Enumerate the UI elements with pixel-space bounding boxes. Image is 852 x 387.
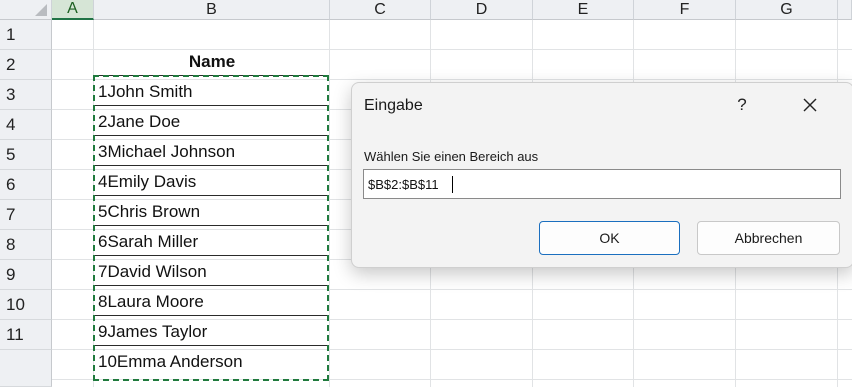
row-header-1[interactable]: 1 — [0, 20, 52, 50]
column-header-e[interactable]: E — [533, 0, 634, 20]
cell-b7[interactable]: 6Sarah Miller — [94, 227, 330, 257]
column-header-h[interactable] — [838, 0, 852, 20]
dialog-title: Eingabe — [364, 97, 423, 114]
column-header-b[interactable]: B — [94, 0, 330, 20]
row-header-12[interactable] — [0, 350, 52, 387]
row-header-2[interactable]: 2 — [0, 50, 52, 80]
column-header-a[interactable]: A — [52, 0, 94, 20]
dialog-prompt: Wählen Sie einen Bereich aus — [364, 149, 539, 164]
text-caret — [452, 176, 453, 193]
close-button[interactable] — [797, 92, 823, 118]
row-header-5[interactable]: 5 — [0, 140, 52, 170]
close-icon — [803, 98, 817, 112]
column-header-c[interactable]: C — [330, 0, 431, 20]
row-header-11[interactable]: 11 — [0, 320, 52, 350]
cell-b3[interactable]: 2Jane Doe — [94, 107, 330, 137]
cancel-button[interactable]: Abbrechen — [697, 221, 840, 255]
column-header-g[interactable]: G — [736, 0, 838, 20]
select-all-corner[interactable] — [0, 0, 52, 20]
cell-b9[interactable]: 8Laura Moore — [94, 287, 330, 317]
cell-b1-name-header[interactable]: Name — [94, 47, 330, 77]
range-input[interactable] — [363, 169, 841, 199]
cell-b2[interactable]: 1John Smith — [94, 77, 330, 107]
input-dialog: Eingabe ? Wählen Sie einen Bereich aus O… — [351, 82, 852, 268]
column-header-d[interactable]: D — [431, 0, 533, 20]
cell-b10[interactable]: 9James Taylor — [94, 317, 330, 347]
cell-b4[interactable]: 3Michael Johnson — [94, 137, 330, 167]
cell-b8[interactable]: 7David Wilson — [94, 257, 330, 287]
cell-b6[interactable]: 5Chris Brown — [94, 197, 330, 227]
select-all-corner-icon — [35, 4, 47, 16]
row-header-7[interactable]: 7 — [0, 200, 52, 230]
help-button[interactable]: ? — [730, 93, 754, 117]
row-header-3[interactable]: 3 — [0, 80, 52, 110]
cell-b5[interactable]: 4Emily Davis — [94, 167, 330, 197]
row-header-4[interactable]: 4 — [0, 110, 52, 140]
row-header-8[interactable]: 8 — [0, 230, 52, 260]
row-header-10[interactable]: 10 — [0, 290, 52, 320]
cell-b11[interactable]: 10Emma Anderson — [94, 347, 330, 377]
row-header-6[interactable]: 6 — [0, 170, 52, 200]
ok-button[interactable]: OK — [539, 221, 680, 255]
column-header-f[interactable]: F — [634, 0, 736, 20]
row-header-9[interactable]: 9 — [0, 260, 52, 290]
